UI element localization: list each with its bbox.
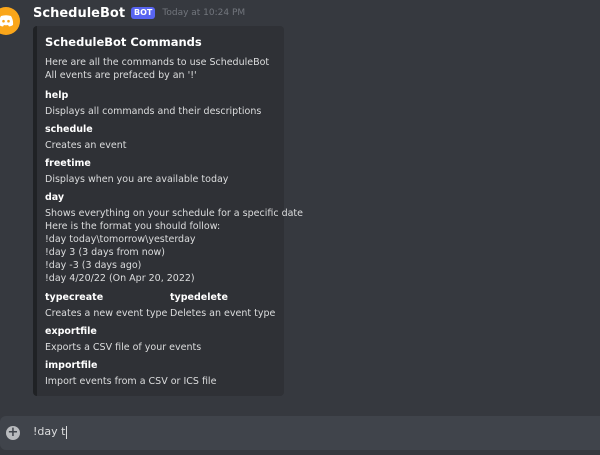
message-input-value: !day t <box>33 425 66 438</box>
field-value-line: !day today\tomorrow\yesterday <box>45 234 196 245</box>
field-typedelete: typedelete Deletes an event type <box>170 291 275 320</box>
description-line: All events are prefaced by an '!' <box>45 70 197 81</box>
field-name: exportfile <box>45 326 97 337</box>
field-schedule: schedule Creates an event <box>45 123 126 152</box>
bot-badge: BOT <box>131 7 156 19</box>
field-value: Import events from a CSV or ICS file <box>45 376 217 387</box>
bot-avatar[interactable] <box>0 7 20 35</box>
field-name: importfile <box>45 360 98 371</box>
message-header: ScheduleBot BOT Today at 10:24 PM <box>33 4 245 22</box>
commands-embed: ScheduleBot Commands Here are all the co… <box>33 26 303 396</box>
plus-circle-icon[interactable]: + <box>6 426 20 440</box>
message-timestamp: Today at 10:24 PM <box>162 8 246 18</box>
field-importfile: importfile Import events from a CSV or I… <box>45 359 216 388</box>
field-value: Displays all commands and their descript… <box>45 106 262 117</box>
embed-title: ScheduleBot Commands <box>45 35 202 49</box>
field-value-line: Here is the format you should follow: <box>45 221 221 232</box>
field-value-line: !day 3 (3 days from now) <box>45 247 166 258</box>
field-name: help <box>45 90 69 101</box>
field-value: Deletes an event type <box>170 308 276 319</box>
field-name: freetime <box>45 158 91 169</box>
field-value: Creates an event <box>45 140 127 151</box>
field-value-line: !day 4/20/22 (On Apr 20, 2022) <box>45 273 195 284</box>
message-input[interactable]: !day t <box>33 425 68 439</box>
field-freetime: freetime Displays when you are available… <box>45 157 228 186</box>
field-value: Exports a CSV file of your events <box>45 342 202 353</box>
field-name: schedule <box>45 124 93 135</box>
description-line: Here are all the commands to use Schedul… <box>45 57 270 68</box>
field-typecreate: typecreate Creates a new event type <box>45 291 167 320</box>
field-value: Displays when you are available today <box>45 174 229 185</box>
discord-logo-icon <box>0 15 14 27</box>
field-name: typedelete <box>170 292 228 303</box>
field-value-line: Shows everything on your schedule for a … <box>45 208 303 219</box>
message-composer: + !day t <box>0 416 600 450</box>
field-name: day <box>45 192 65 203</box>
author-name[interactable]: ScheduleBot <box>33 6 125 21</box>
field-day: day Shows everything on your schedule fo… <box>45 191 303 285</box>
field-value: Creates a new event type <box>45 308 168 319</box>
field-name: typecreate <box>45 292 104 303</box>
field-exportfile: exportfile Exports a CSV file of your ev… <box>45 325 201 354</box>
field-value-line: !day -3 (3 days ago) <box>45 260 142 271</box>
embed-description: Here are all the commands to use Schedul… <box>45 56 269 82</box>
field-help: help Displays all commands and their des… <box>45 89 261 118</box>
text-caret <box>66 425 68 439</box>
